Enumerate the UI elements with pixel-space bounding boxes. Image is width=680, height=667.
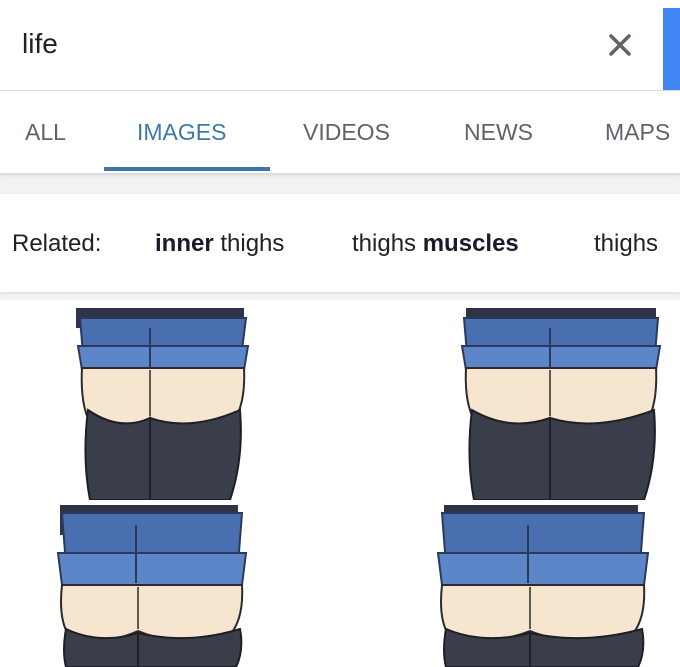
search-bar: life xyxy=(0,0,680,91)
image-result[interactable] xyxy=(0,505,350,667)
related-chip-bold: inner xyxy=(155,230,214,257)
search-input[interactable]: life xyxy=(22,28,58,60)
result-thumbnail xyxy=(460,308,662,500)
close-icon[interactable] xyxy=(603,28,637,62)
active-tab-indicator xyxy=(104,167,270,171)
related-label: Related: xyxy=(12,230,102,257)
search-tabs: ALL IMAGES VIDEOS NEWS MAPS xyxy=(0,91,680,173)
scroll-fade xyxy=(668,214,680,274)
related-chip-text: thighs xyxy=(594,230,659,257)
image-results-grid xyxy=(0,300,680,667)
result-thumbnail xyxy=(56,505,248,667)
result-thumbnail xyxy=(76,308,250,500)
image-result[interactable] xyxy=(356,505,680,667)
related-chip-thighs[interactable]: thighs xyxy=(594,230,658,258)
related-chip-text: thighs xyxy=(352,230,423,257)
image-result[interactable] xyxy=(0,308,368,500)
related-searches: Related: inner thighs thighs muscles thi… xyxy=(0,194,680,292)
tab-images[interactable]: IMAGES xyxy=(137,119,226,146)
search-button[interactable] xyxy=(663,8,680,90)
related-chip-thighs-muscles[interactable]: thighs muscles xyxy=(352,230,519,258)
tab-videos[interactable]: VIDEOS xyxy=(303,119,390,146)
related-chip-inner-thighs[interactable]: inner thighs xyxy=(155,230,284,258)
related-chip-bold: muscles xyxy=(422,230,519,257)
result-thumbnail xyxy=(436,505,650,667)
related-chip-text: thighs xyxy=(213,230,285,257)
tab-maps[interactable]: MAPS xyxy=(605,119,670,146)
tab-all[interactable]: ALL xyxy=(25,119,66,146)
tab-news[interactable]: NEWS xyxy=(464,119,533,146)
image-result[interactable] xyxy=(374,308,680,500)
